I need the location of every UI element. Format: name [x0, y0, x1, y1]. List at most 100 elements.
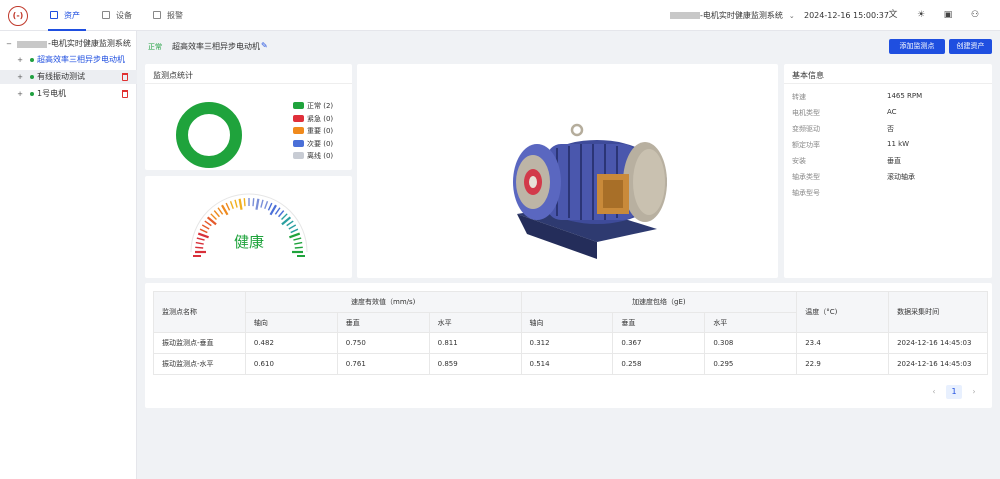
gauge-end-cap [193, 255, 201, 257]
info-label-rated-power: 额定功率 [792, 141, 820, 149]
info-value-mounting: 垂直 [887, 157, 901, 165]
gauge-tick [201, 224, 210, 230]
theme-toggle-icon[interactable]: ☀ [916, 10, 926, 20]
col-group-velocity: 速度有效值（mm/s) [244, 291, 522, 313]
info-value-speed: 1465 RPM [887, 92, 923, 100]
collapse-toggle-icon[interactable]: − [6, 37, 12, 51]
col-header-a-axial: 轴向 [520, 312, 614, 333]
expand-toggle-icon[interactable]: + [17, 70, 23, 84]
status-donut-chart [176, 102, 242, 168]
expand-toggle-icon[interactable]: + [17, 87, 23, 101]
info-value-motor-type: AC [887, 108, 897, 116]
health-gauge: 健康 [190, 193, 308, 257]
col-header-time: 数据采集时间 [888, 291, 988, 333]
tree-item-wired-vibration[interactable]: + 有线振动测试 [0, 70, 137, 84]
legend-item-offline[interactable]: 离线 (0) [293, 152, 333, 161]
col-header-v-vertical: 垂直 [336, 312, 430, 333]
table-row[interactable]: 振动监测点-水平 0.610 0.761 0.859 0.514 0.258 0… [153, 353, 988, 375]
panel-title: 基本信息 [792, 71, 824, 80]
legend-swatch [293, 152, 304, 159]
motor-illustration [513, 123, 667, 259]
health-gauge-panel: 健康 [145, 176, 352, 278]
legend-item-normal[interactable]: 正常 (2) [293, 102, 333, 111]
delete-icon[interactable] [122, 90, 128, 98]
table-row[interactable]: 振动监测点-垂直 0.482 0.750 0.811 0.312 0.367 0… [153, 332, 988, 354]
col-header-v-axial: 轴向 [244, 312, 338, 333]
gauge-tick [195, 241, 204, 245]
info-value-bearing-type: 滚动轴承 [887, 173, 915, 181]
basic-info-panel: 基本信息 转速 1465 RPM 电机类型 AC 变频驱动 否 额定功率 11 … [784, 64, 992, 278]
col-header-a-horizontal: 水平 [704, 312, 798, 333]
pagination-prev-button[interactable]: ‹ [927, 385, 941, 399]
info-label-motor-type: 电机类型 [792, 109, 820, 117]
nav-tab-alarms[interactable]: 报警 [153, 0, 183, 31]
legend-item-urgent[interactable]: 紧急 (0) [293, 115, 333, 124]
legend-swatch [293, 115, 304, 122]
gauge-tick [294, 246, 303, 249]
panel-title: 监测点统计 [153, 71, 193, 80]
asset-icon [50, 11, 58, 19]
brand-logo[interactable]: (-) [8, 6, 28, 26]
monitor-data-table: 监测点名称 速度有效值（mm/s) 加速度包络（gE) 温度（°C) 数据采集时… [153, 291, 988, 375]
gauge-tick [289, 232, 301, 239]
legend-swatch [293, 127, 304, 134]
edit-icon[interactable]: ✎ [261, 41, 268, 50]
gauge-tick [293, 237, 302, 241]
gauge-end-cap [297, 255, 305, 257]
gauge-tick [199, 228, 208, 234]
fullscreen-icon[interactable]: ▣ [943, 10, 953, 20]
nav-tab-devices[interactable]: 设备 [102, 0, 132, 31]
current-datetime: 2024-12-16 15:00:37 [804, 11, 889, 20]
gauge-tick [288, 224, 297, 230]
donut-segment-normal [176, 102, 242, 168]
device-icon [102, 11, 110, 19]
user-icon[interactable]: ⚇ [970, 10, 980, 20]
health-status-label: 健康 [234, 233, 264, 251]
monitor-data-panel: 监测点名称 速度有效值（mm/s) 加速度包络（gE) 温度（°C) 数据采集时… [145, 283, 992, 408]
legend-item-minor[interactable]: 次要 (0) [293, 140, 333, 149]
col-header-temp: 温度（°C) [796, 291, 890, 333]
pagination-page-1[interactable]: 1 [946, 385, 962, 399]
gauge-tick [255, 198, 260, 210]
gauge-tick [252, 198, 255, 207]
gauge-tick [204, 220, 212, 227]
monitor-stats-panel: 监测点统计 正常 (2) 紧急 (0) 重要 (0) 次要 (0) 离线 (0) [145, 64, 352, 170]
create-asset-button[interactable]: 创建资产 [949, 39, 992, 54]
gauge-tick [213, 210, 220, 218]
status-dot-icon [30, 58, 34, 62]
divider [784, 83, 992, 84]
info-label-mounting: 安装 [792, 157, 806, 165]
asset-tree-sidebar: − -电机实时健康监测系统 + 超高效率三相异步电动机 + 有线振动测试 + 1… [0, 31, 137, 479]
gauge-tick [197, 232, 209, 239]
gauge-tick [294, 241, 303, 245]
gauge-tick [217, 207, 224, 215]
gauge-tick [290, 228, 299, 234]
status-dot-icon [30, 92, 34, 96]
pagination-next-button[interactable]: › [967, 385, 981, 399]
gauge-tick [281, 213, 288, 220]
info-value-rated-power: 11 kW [887, 140, 910, 148]
delete-icon[interactable] [122, 73, 128, 81]
info-label-speed: 转速 [792, 93, 806, 101]
gauge-tick [243, 198, 246, 207]
gauge-tick [264, 201, 269, 210]
add-monitor-point-button[interactable]: 添加监测点 [889, 39, 945, 54]
gauge-tick [221, 204, 229, 216]
gauge-tick [260, 199, 264, 208]
col-group-accel: 加速度包络（gE) [520, 291, 798, 313]
gauge-tick [225, 202, 231, 211]
gauge-tick [234, 199, 238, 208]
redacted-text [670, 12, 700, 19]
gauge-tick [286, 220, 294, 227]
system-selector[interactable]: -电机实时健康监测系统 ⌄ [670, 0, 795, 31]
table-header-row: 监测点名称 速度有效值（mm/s) 加速度包络（gE) 温度（°C) 数据采集时… [153, 291, 988, 333]
col-header-v-horizontal: 水平 [428, 312, 522, 333]
legend-item-important[interactable]: 重要 (0) [293, 127, 333, 136]
translate-icon[interactable]: 文 [888, 10, 898, 20]
page-title: 超高效率三相异步电动机 [172, 42, 260, 51]
top-bar: (-) 资产 设备 报警 -电机实时健康监测系统 ⌄ 2024-12-16 15:… [0, 0, 1000, 31]
nav-tab-assets[interactable]: 资产 [50, 0, 80, 31]
expand-toggle-icon[interactable]: + [17, 53, 23, 67]
gauge-tick [210, 213, 217, 220]
main-content: 正常 超高效率三相异步电动机 ✎ 添加监测点 创建资产 监测点统计 正常 (2)… [137, 31, 1000, 479]
